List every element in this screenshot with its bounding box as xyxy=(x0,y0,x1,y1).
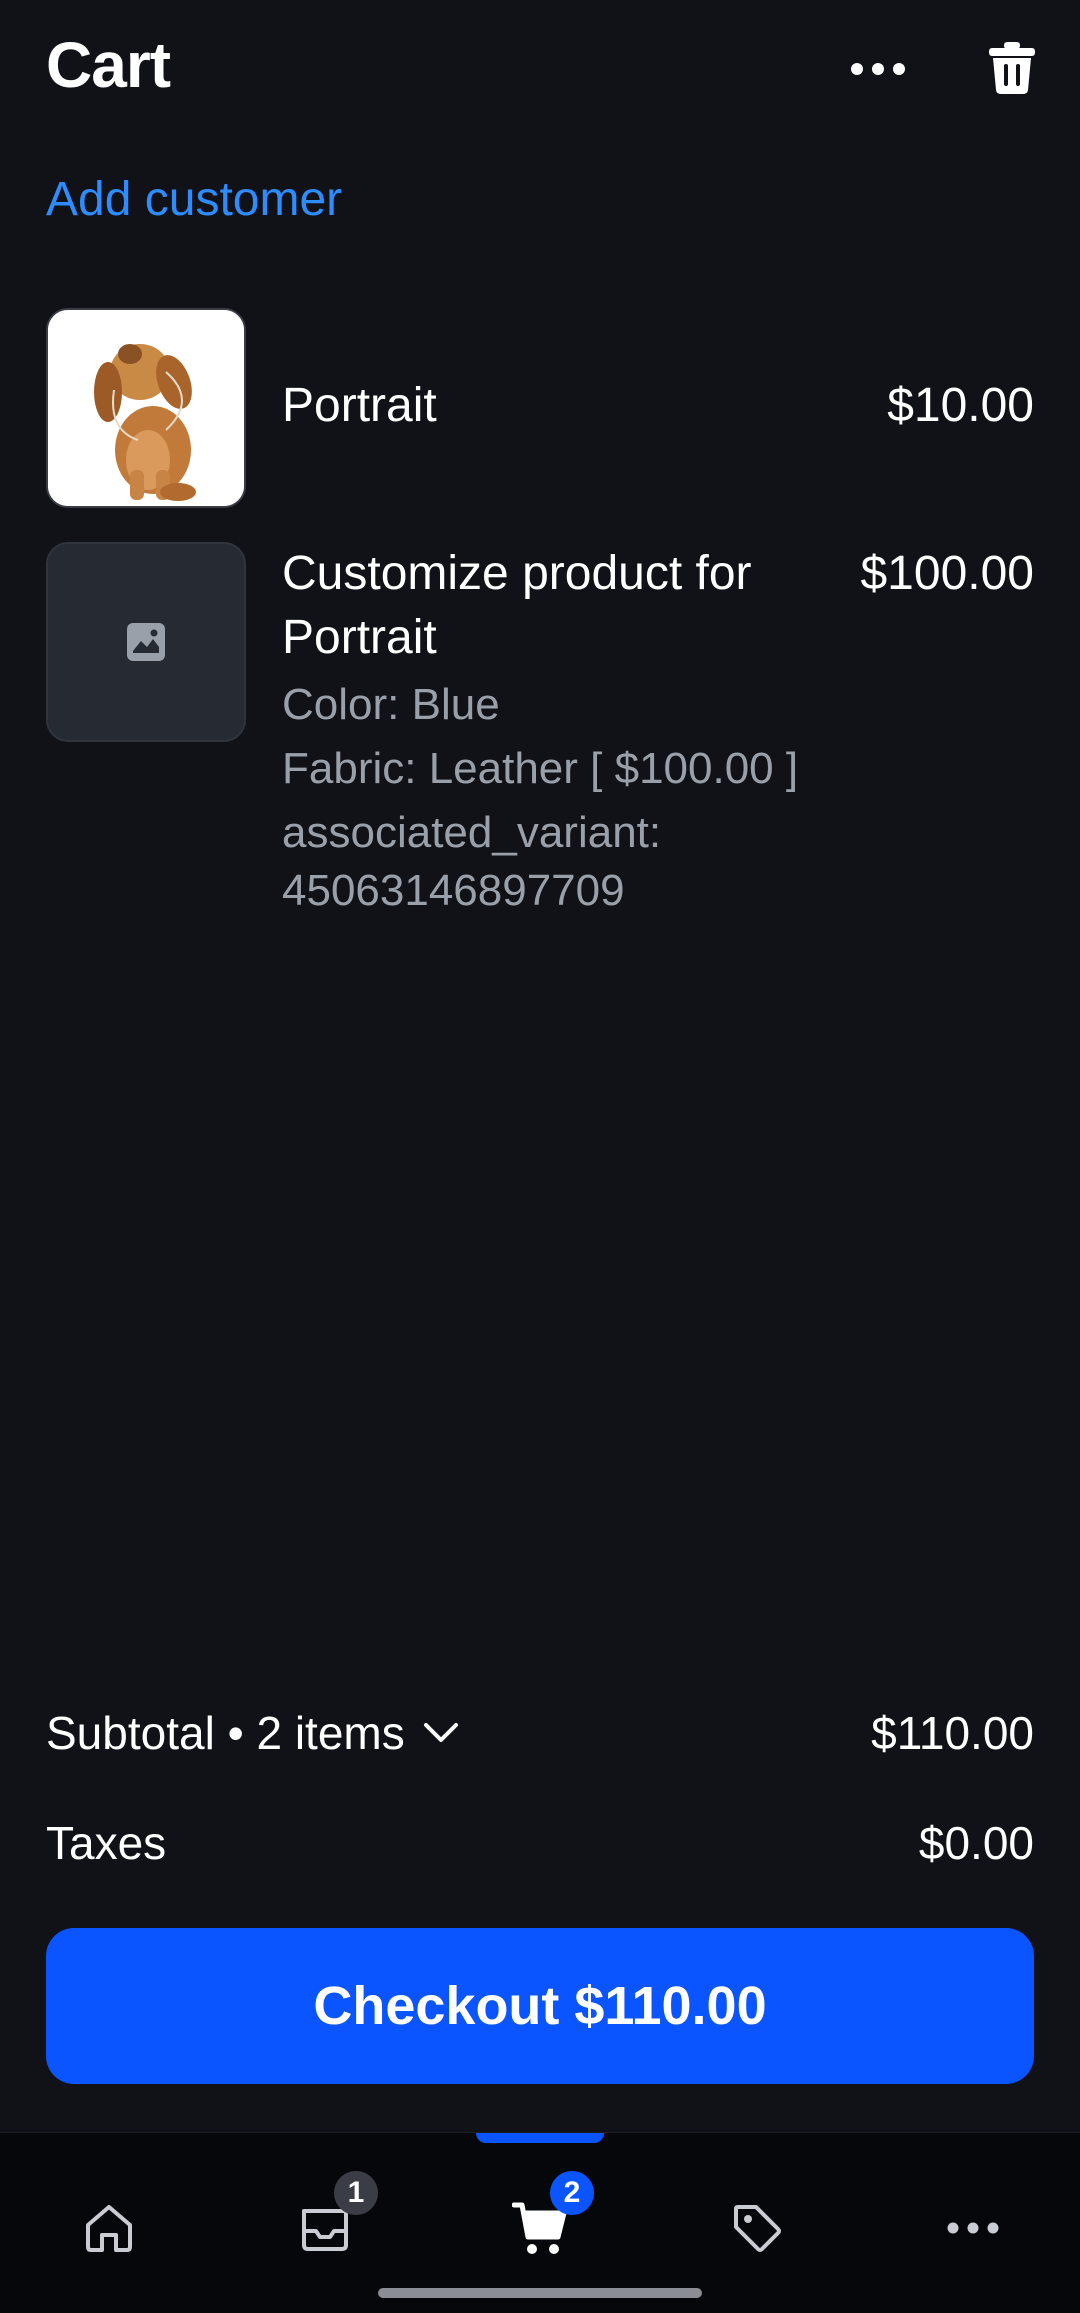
line-item-price: $10.00 xyxy=(887,379,1034,432)
product-thumbnail-placeholder xyxy=(46,542,246,742)
ellipsis-horizontal-icon xyxy=(851,63,905,75)
line-item-property: Fabric: Leather [ $100.00 ] xyxy=(282,744,799,793)
line-item-price: $100.00 xyxy=(860,547,1034,600)
orders-badge: 1 xyxy=(334,2171,378,2215)
cart-badge: 2 xyxy=(550,2171,594,2215)
image-placeholder-icon xyxy=(127,623,165,661)
line-item-property: associated_variant: xyxy=(282,808,662,857)
nav-home[interactable] xyxy=(54,2173,164,2283)
home-indicator[interactable] xyxy=(378,2288,702,2298)
nav-more[interactable] xyxy=(918,2173,1028,2283)
line-item-name-line1: Customize product for xyxy=(282,547,752,600)
more-options-button[interactable] xyxy=(846,42,910,96)
top-bar: Cart xyxy=(0,0,1080,140)
puppy-photo xyxy=(48,310,244,506)
taxes-value: $0.00 xyxy=(918,1817,1034,1869)
subtotal-label: Subtotal • 2 items xyxy=(46,1707,405,1759)
clear-cart-button[interactable] xyxy=(980,36,1044,100)
bottom-nav: 1 2 xyxy=(0,2132,1080,2313)
home-icon xyxy=(86,2205,132,2252)
product-thumbnail xyxy=(46,308,246,508)
active-tab-indicator xyxy=(476,2133,604,2143)
nav-cart[interactable]: 2 xyxy=(486,2171,596,2283)
line-item-property: 45063146897709 xyxy=(282,866,625,915)
taxes-row: Taxes $0.00 xyxy=(46,1808,1034,1878)
trash-icon xyxy=(989,42,1035,94)
line-item-property: Color: Blue xyxy=(282,680,500,729)
subtotal-row[interactable]: Subtotal • 2 items $110.00 xyxy=(46,1698,1034,1768)
page-title: Cart xyxy=(46,29,171,101)
subtotal-value: $110.00 xyxy=(871,1707,1034,1759)
more-icon xyxy=(947,2222,999,2234)
chevron-down-icon xyxy=(423,1723,458,1742)
nav-products[interactable] xyxy=(702,2173,812,2283)
taxes-label: Taxes xyxy=(46,1817,167,1869)
add-customer-link[interactable]: Add customer xyxy=(46,172,342,227)
line-item-name-line2: Portrait xyxy=(282,611,437,664)
cart-line-item[interactable]: Customize product for Portrait $100.00 C… xyxy=(0,542,1080,922)
checkout-button[interactable]: Checkout $110.00 xyxy=(46,1928,1034,2084)
cart-line-item[interactable]: Portrait $10.00 xyxy=(0,308,1080,512)
line-item-name: Portrait xyxy=(282,379,437,432)
tag-icon xyxy=(734,2205,781,2252)
nav-orders[interactable]: 1 xyxy=(270,2171,380,2283)
